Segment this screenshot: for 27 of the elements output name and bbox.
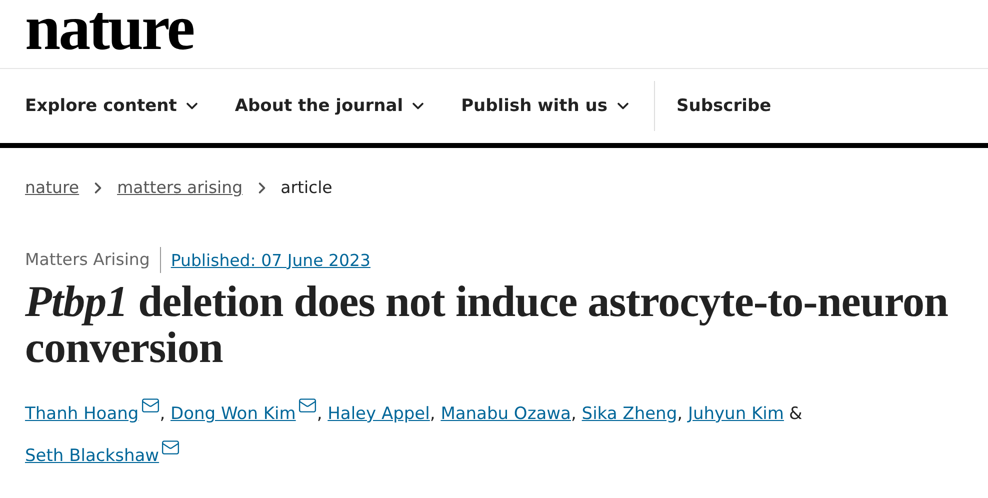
mail-icon[interactable] <box>161 438 180 457</box>
author-separator: , <box>677 404 683 424</box>
author-link[interactable]: Haley Appel <box>328 404 430 424</box>
author-link[interactable]: Thanh Hoang <box>25 404 139 424</box>
author-separator: , <box>430 404 436 424</box>
author-separator: , <box>160 404 166 424</box>
nav-menu-item[interactable]: Subscribe <box>676 96 772 116</box>
nav-menu-item[interactable]: Explore content <box>25 96 201 116</box>
author-link[interactable]: Sika Zheng <box>582 404 678 424</box>
mail-icon[interactable] <box>140 396 160 415</box>
author-separator: , <box>316 404 322 424</box>
current-page-label: article <box>280 178 332 197</box>
breadcrumb-link[interactable]: matters arising <box>117 178 243 197</box>
author-link[interactable]: Seth Blackshaw <box>25 446 160 466</box>
author-link[interactable]: Dong Won Kim <box>170 404 296 424</box>
author-link[interactable]: Manabu Ozawa <box>440 404 571 424</box>
nav-menu-item[interactable]: About the journal <box>234 96 428 116</box>
author-separator: , <box>570 404 576 424</box>
article-type: Matters Arising <box>25 247 161 273</box>
mail-icon[interactable] <box>298 396 317 415</box>
breadcrumb-link[interactable]: nature <box>25 178 80 197</box>
article-title: Ptbp1 deletion does not induce astrocyte-to-neuron conversion <box>25 279 950 371</box>
published-date-link[interactable]: Published: 07 June 2023 <box>170 250 370 270</box>
nature-logo[interactable]: nature <box>25 0 194 60</box>
author-link[interactable]: Juhyun Kim <box>688 404 784 424</box>
author-separator: & <box>789 404 802 424</box>
nav-menu-item[interactable]: Publish with us <box>461 96 632 116</box>
